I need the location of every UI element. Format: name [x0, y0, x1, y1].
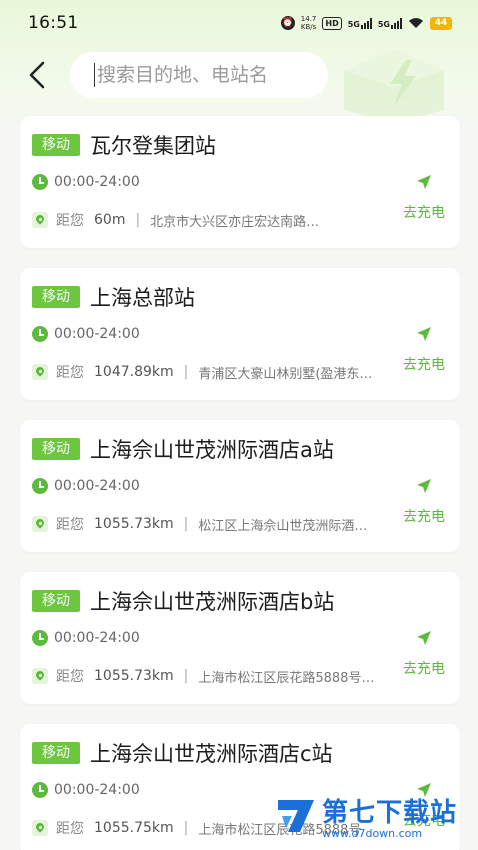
clock-icon [32, 174, 48, 190]
station-address: 上海市松江区辰花路5888号… [198, 670, 375, 686]
go-charge-button[interactable]: 去充电 [400, 326, 448, 376]
opening-hours: 00:00-24:00 [54, 174, 140, 190]
battery-icon: 44 [430, 16, 452, 30]
distance-prefix: 距您 [56, 669, 84, 685]
distance-prefix: 距您 [56, 365, 84, 381]
separator: | [183, 820, 189, 836]
search-box[interactable] [70, 52, 328, 98]
search-input[interactable] [94, 63, 314, 87]
status-icons: ⏰ 14.7 KB/s HD 5G 5G 44 [280, 15, 452, 31]
station-address: 北京市大兴区亦庄宏达南路… [150, 214, 320, 230]
station-address: 青浦区大豪山林别墅(盈港东… [198, 366, 373, 382]
watermark-title: 第七下载站 [322, 798, 458, 828]
go-charge-button[interactable]: 去充电 [400, 630, 448, 680]
station-name: 瓦尔登集团站 [90, 134, 216, 158]
hours-row: 00:00-24:00 [32, 174, 140, 190]
location-pin-icon [32, 820, 48, 836]
operator-tag: 移动 [32, 590, 80, 612]
network-speed-unit: KB/s [300, 23, 317, 31]
navigation-arrow-icon [417, 327, 431, 341]
go-charge-label: 去充电 [403, 205, 445, 221]
hours-row: 00:00-24:00 [32, 630, 140, 646]
location-pin-icon [32, 364, 48, 380]
clock-icon [32, 782, 48, 798]
separator: | [135, 212, 141, 228]
location-pin-icon [32, 212, 48, 228]
distance-prefix: 距您 [56, 517, 84, 533]
separator: | [183, 516, 189, 532]
distance-row: 距您 1055.73km | 上海市松江区辰花路5888号… [32, 666, 374, 686]
watermark-logo-icon [278, 800, 314, 832]
chevron-left-icon [29, 61, 45, 89]
separator: | [183, 364, 189, 380]
station-name: 上海总部站 [90, 286, 195, 310]
network-speed-value: 14.7 [300, 15, 317, 23]
station-card[interactable]: 移动 上海总部站 00:00-24:00 距您 1047.89km | 青浦区大… [20, 268, 460, 400]
clock-icon [32, 478, 48, 494]
station-name: 上海佘山世茂洲际酒店b站 [90, 590, 335, 614]
location-pin-icon [32, 516, 48, 532]
station-name: 上海佘山世茂洲际酒店c站 [90, 742, 333, 766]
station-list: 移动 瓦尔登集团站 00:00-24:00 距您 60m | 北京市大兴区亦庄宏… [20, 116, 460, 850]
operator-tag: 移动 [32, 742, 80, 764]
hours-row: 00:00-24:00 [32, 326, 140, 342]
watermark-url: www.d7down.com [322, 827, 423, 840]
operator-tag: 移动 [32, 438, 80, 460]
clock-icon [32, 326, 48, 342]
watermark: 第七下载站 www.d7down.com [274, 790, 470, 842]
station-card[interactable]: 移动 上海佘山世茂洲际酒店b站 00:00-24:00 距您 1055.73km… [20, 572, 460, 704]
opening-hours: 00:00-24:00 [54, 326, 140, 342]
opening-hours: 00:00-24:00 [54, 478, 140, 494]
distance-prefix: 距您 [56, 821, 84, 837]
separator: | [183, 668, 189, 684]
distance-value: 1055.73km [94, 516, 174, 532]
opening-hours: 00:00-24:00 [54, 630, 140, 646]
distance-prefix: 距您 [56, 213, 84, 229]
station-name: 上海佘山世茂洲际酒店a站 [90, 438, 334, 462]
alarm-icon: ⏰ [280, 16, 295, 30]
status-time: 16:51 [28, 13, 79, 33]
signal-icon-2: 5G [377, 17, 402, 29]
go-charge-button[interactable]: 去充电 [400, 174, 448, 224]
clock-icon [32, 630, 48, 646]
distance-row: 距您 1055.73km | 松江区上海佘山世茂洲际酒… [32, 514, 367, 534]
distance-value: 1047.89km [94, 364, 174, 380]
signal-icon-1: 5G [347, 17, 372, 29]
wifi-icon [408, 17, 424, 29]
distance-value: 1055.75km [94, 820, 174, 836]
navigation-arrow-icon [417, 631, 431, 645]
location-pin-icon [32, 668, 48, 684]
signal-label-1: 5G [347, 19, 360, 29]
station-card[interactable]: 移动 上海佘山世茂洲际酒店a站 00:00-24:00 距您 1055.73km… [20, 420, 460, 552]
header [0, 48, 478, 124]
signal-label-2: 5G [377, 19, 390, 29]
back-button[interactable] [22, 58, 52, 92]
station-address: 松江区上海佘山世茂洲际酒… [198, 518, 368, 534]
opening-hours: 00:00-24:00 [54, 782, 140, 798]
navigation-arrow-icon [417, 479, 431, 493]
navigation-arrow-icon [417, 175, 431, 189]
distance-row: 距您 60m | 北京市大兴区亦庄宏达南路… [32, 210, 319, 230]
hours-row: 00:00-24:00 [32, 782, 140, 798]
go-charge-label: 去充电 [403, 661, 445, 677]
distance-value: 60m [94, 212, 126, 228]
network-speed: 14.7 KB/s [301, 15, 317, 31]
hd-icon: HD [322, 16, 342, 30]
hours-row: 00:00-24:00 [32, 478, 140, 494]
go-charge-label: 去充电 [403, 509, 445, 525]
distance-row: 距您 1047.89km | 青浦区大豪山林别墅(盈港东… [32, 362, 372, 382]
station-card[interactable]: 移动 瓦尔登集团站 00:00-24:00 距您 60m | 北京市大兴区亦庄宏… [20, 116, 460, 248]
operator-tag: 移动 [32, 286, 80, 308]
go-charge-button[interactable]: 去充电 [400, 478, 448, 528]
charging-decoration-icon [344, 50, 444, 124]
go-charge-label: 去充电 [403, 357, 445, 373]
operator-tag: 移动 [32, 134, 80, 156]
distance-value: 1055.73km [94, 668, 174, 684]
